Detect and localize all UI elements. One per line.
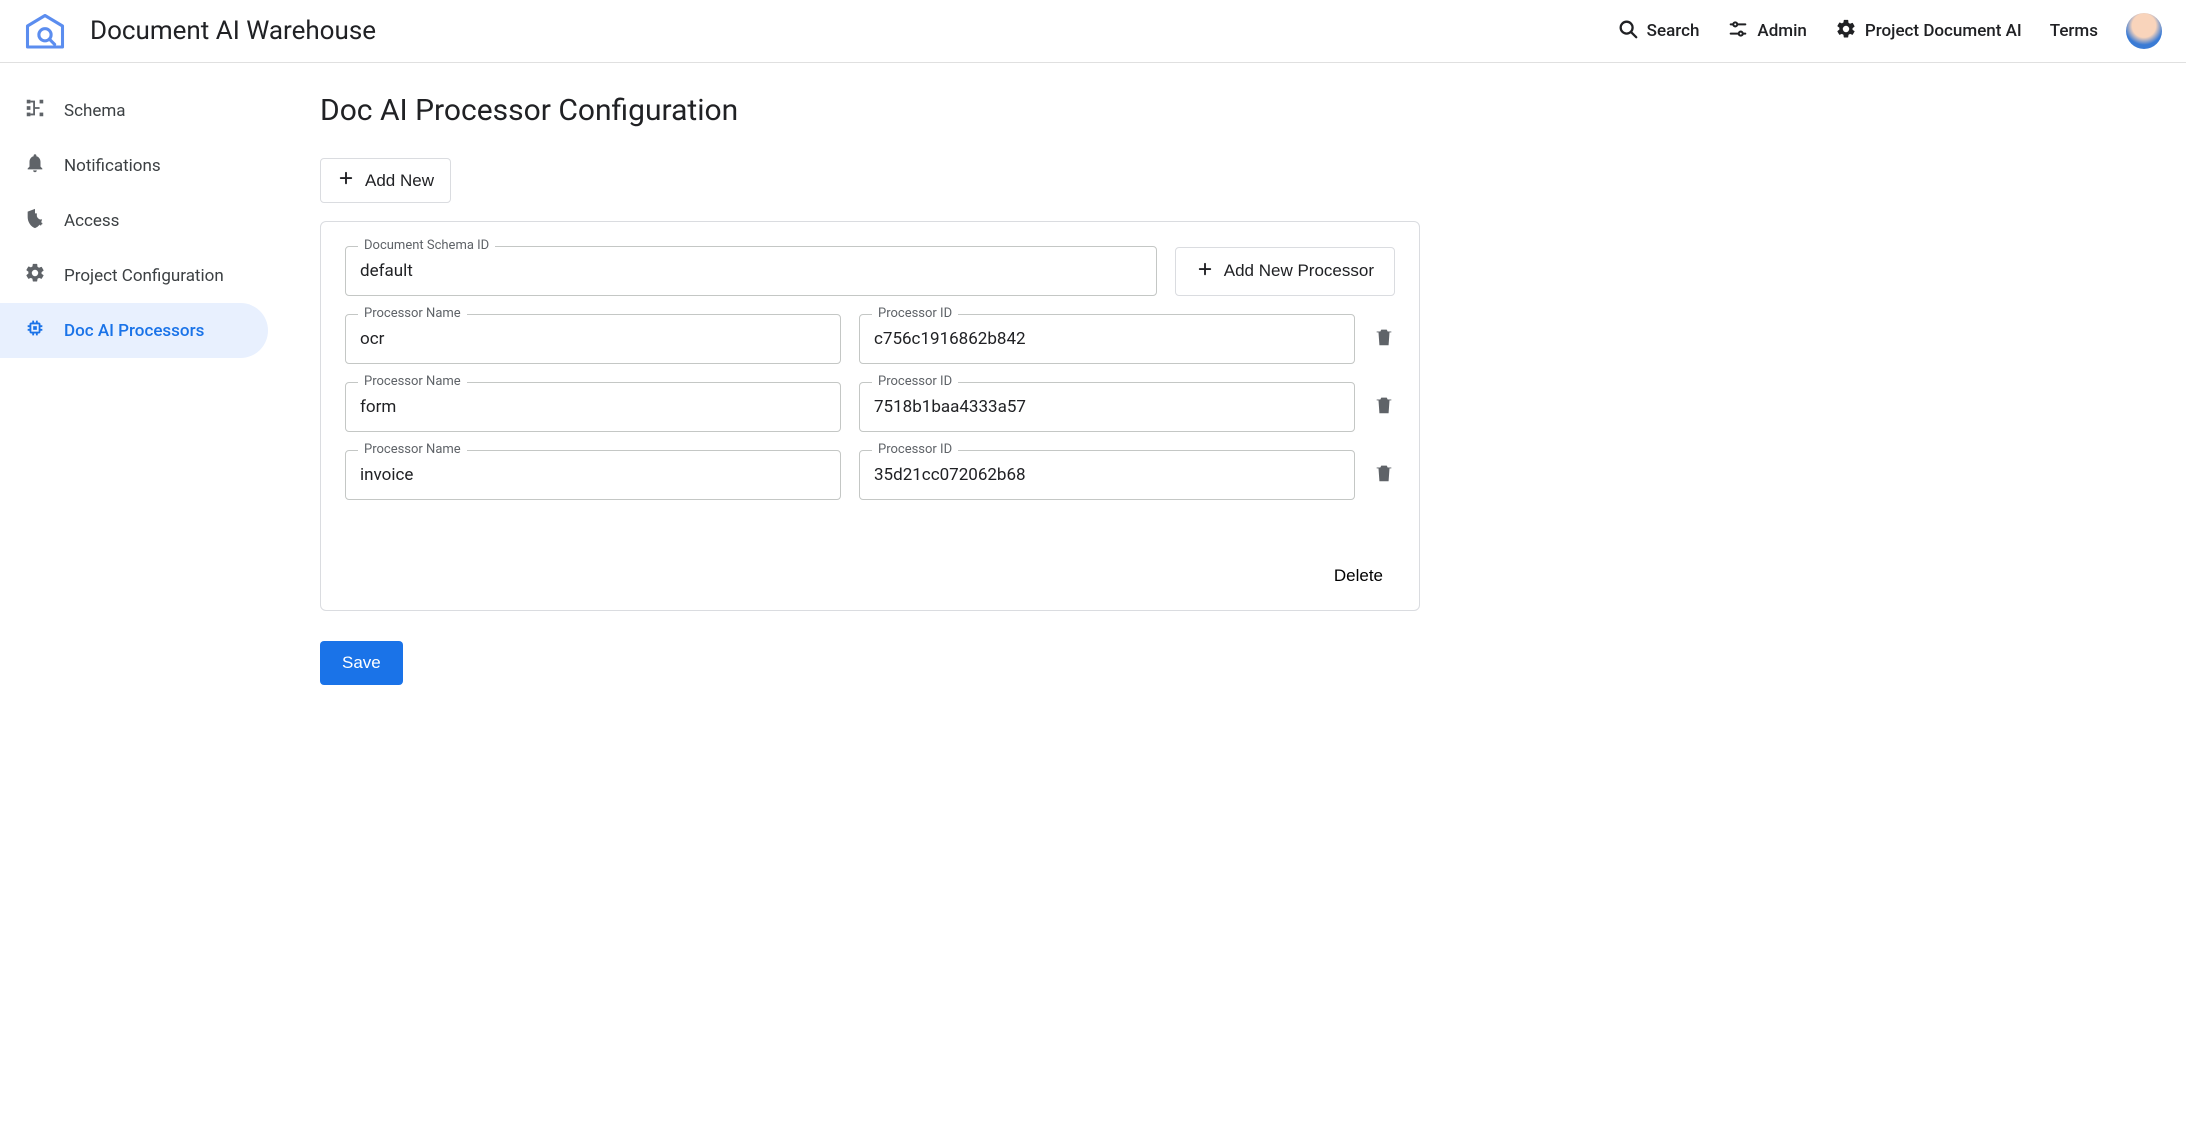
document-schema-id-input[interactable] (360, 261, 1142, 281)
shield-add-icon (24, 207, 46, 234)
processor-id-input[interactable] (874, 397, 1340, 417)
app-header: Document AI Warehouse Search Admin Proje… (0, 0, 2186, 63)
document-schema-id-field: Document Schema ID (345, 246, 1157, 296)
processor-name-field: Processor Name (345, 314, 841, 364)
sidebar-item-docai-processors[interactable]: Doc AI Processors (0, 303, 268, 358)
field-label: Document Schema ID (358, 238, 495, 253)
processor-id-input[interactable] (874, 329, 1340, 349)
schema-icon (24, 97, 46, 124)
admin-label: Admin (1757, 21, 1806, 41)
sidebar-item-label: Schema (64, 101, 126, 121)
tune-icon (1727, 18, 1749, 45)
add-new-button[interactable]: Add New (320, 158, 451, 203)
app-title: Document AI Warehouse (90, 16, 1601, 46)
processor-row: Processor Name Processor ID (345, 450, 1395, 500)
add-new-label: Add New (365, 171, 434, 191)
field-label: Processor Name (358, 442, 467, 457)
search-button[interactable]: Search (1617, 18, 1700, 45)
search-label: Search (1647, 21, 1700, 41)
delete-button[interactable]: Delete (1322, 558, 1395, 594)
sidebar-item-schema[interactable]: Schema (0, 83, 268, 138)
main-content: Doc AI Processor Configuration Add New D… (280, 63, 1480, 715)
admin-button[interactable]: Admin (1727, 18, 1806, 45)
processor-id-field: Processor ID (859, 314, 1355, 364)
sidebar-item-label: Project Configuration (64, 266, 224, 286)
processor-name-input[interactable] (360, 329, 826, 349)
processor-id-input[interactable] (874, 465, 1340, 485)
processor-id-field: Processor ID (859, 382, 1355, 432)
cpu-icon (24, 317, 46, 344)
save-button[interactable]: Save (320, 641, 403, 685)
project-label: Project Document AI (1865, 21, 2022, 41)
add-new-processor-button[interactable]: Add New Processor (1175, 247, 1395, 296)
sidebar-item-label: Notifications (64, 156, 161, 176)
processor-row: Processor Name Processor ID (345, 314, 1395, 364)
sidebar: Schema Notifications Access Project Conf… (0, 63, 280, 715)
field-label: Processor Name (358, 306, 467, 321)
terms-button[interactable]: Terms (2050, 21, 2098, 41)
field-label: Processor ID (872, 442, 958, 457)
field-label: Processor ID (872, 306, 958, 321)
processor-name-field: Processor Name (345, 382, 841, 432)
bell-icon (24, 152, 46, 179)
page-title: Doc AI Processor Configuration (320, 93, 1420, 128)
processor-name-input[interactable] (360, 397, 826, 417)
gear-icon (1835, 18, 1857, 45)
trash-icon[interactable] (1373, 325, 1395, 353)
field-label: Processor Name (358, 374, 467, 389)
trash-icon[interactable] (1373, 393, 1395, 421)
sidebar-item-label: Doc AI Processors (64, 321, 204, 341)
processor-name-field: Processor Name (345, 450, 841, 500)
sidebar-item-notifications[interactable]: Notifications (0, 138, 268, 193)
terms-label: Terms (2050, 21, 2098, 41)
warehouse-logo (24, 12, 66, 50)
project-button[interactable]: Project Document AI (1835, 18, 2022, 45)
processor-config-card: Document Schema ID Add New Processor Pro… (320, 221, 1420, 611)
field-label: Processor ID (872, 374, 958, 389)
search-icon (1617, 18, 1639, 45)
trash-icon[interactable] (1373, 461, 1395, 489)
sidebar-item-access[interactable]: Access (0, 193, 268, 248)
avatar[interactable] (2126, 13, 2162, 49)
processor-row: Processor Name Processor ID (345, 382, 1395, 432)
sidebar-item-label: Access (64, 211, 119, 231)
processor-name-input[interactable] (360, 465, 826, 485)
sidebar-item-project-config[interactable]: Project Configuration (0, 248, 268, 303)
add-new-processor-label: Add New Processor (1224, 261, 1374, 281)
plus-icon (337, 169, 355, 192)
gear-icon (24, 262, 46, 289)
processor-id-field: Processor ID (859, 450, 1355, 500)
plus-icon (1196, 260, 1214, 283)
